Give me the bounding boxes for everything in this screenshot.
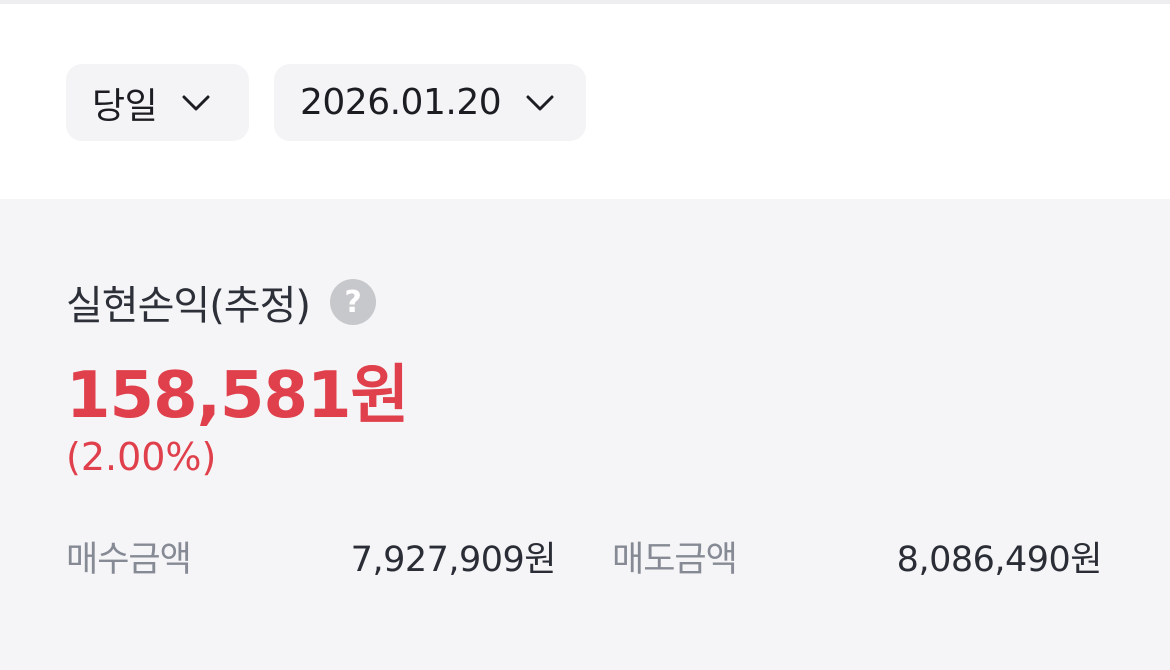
top-divider (0, 0, 1170, 4)
date-dropdown[interactable]: 2026.01.20 (274, 64, 586, 141)
buy-amount-label: 매수금액 (66, 540, 192, 580)
question-circle-icon[interactable]: ? (330, 279, 377, 325)
period-dropdown[interactable]: 당일 (66, 64, 249, 141)
realized-pnl-amount: 158,581원 (66, 359, 409, 433)
buy-amount-value: 7,927,909원 (350, 540, 557, 580)
realized-pnl-rate: (2.00%) (66, 435, 217, 479)
realized-pnl-panel: 실현손익(추정) ? 158,581원 (2.00%) 매수금액 7,927,9… (0, 199, 1170, 670)
chevron-down-icon (181, 94, 211, 112)
filter-bar: 당일 2026.01.20 (66, 64, 586, 141)
date-label: 2026.01.20 (300, 82, 502, 123)
page-title: 실현손익(추정) (66, 283, 311, 329)
title-row: 실현손익(추정) ? (66, 273, 377, 331)
period-label: 당일 (92, 85, 158, 127)
chevron-down-icon (525, 94, 555, 112)
sell-amount-label: 매도금액 (612, 540, 738, 580)
sell-amount-value: 8,086,490원 (896, 540, 1103, 580)
